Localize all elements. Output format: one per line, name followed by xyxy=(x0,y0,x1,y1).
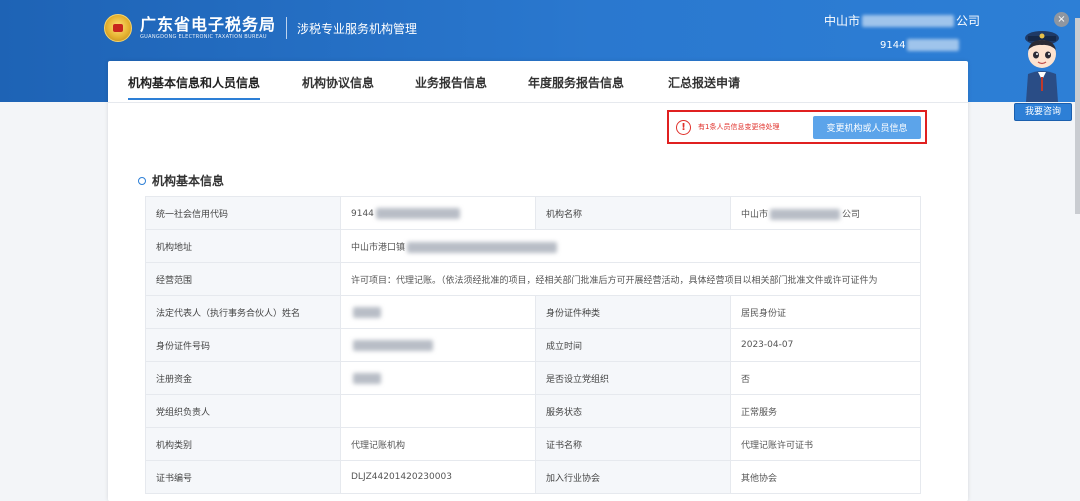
main-card: 机构基本信息和人员信息 机构协议信息 业务报告信息 年度服务报告信息 汇总报送申… xyxy=(108,61,968,501)
change-info-button[interactable]: 变更机构或人员信息 xyxy=(813,116,921,139)
table-label: 是否设立党组织 xyxy=(535,361,731,395)
company-suffix: 公司 xyxy=(956,14,981,28)
table-label: 党组织负责人 xyxy=(145,394,341,428)
company-name: 中山市 公司 xyxy=(824,12,980,29)
table-label: 机构类别 xyxy=(145,427,341,461)
table-row: 证书编号 DLJZ44201420230003 加入行业协会 其他协会 xyxy=(145,460,921,494)
tax-id: 9144 xyxy=(880,39,961,51)
redacted-mask xyxy=(407,241,558,253)
system-name: 涉税专业服务机构管理 xyxy=(297,21,418,36)
business-scope: 许可项目：代理记账。（依法须经批准的项目，经相关部门批准后方可开展经营活动，具体… xyxy=(340,262,921,296)
table-label: 成立时间 xyxy=(535,328,731,362)
table-value xyxy=(340,361,536,395)
tab-bar: 机构基本信息和人员信息 机构协议信息 业务报告信息 年度服务报告信息 汇总报送申… xyxy=(108,61,968,103)
site-logo[interactable]: 广东省电子税务局 GUANGDONG ELECTRONIC TAXATION B… xyxy=(104,14,417,42)
table-value: 代理记账许可证书 xyxy=(730,427,921,461)
assistant-avatar-icon[interactable] xyxy=(1018,22,1066,102)
org-info-table: 统一社会信用代码 9144 机构名称 中山市 公司 机构地址 中山市港口镇 经营范… xyxy=(145,196,921,494)
org-name-suffix: 公司 xyxy=(842,209,861,220)
table-row: 经营范围 许可项目：代理记账。（依法须经批准的项目，经相关部门批准后方可开展经营… xyxy=(145,262,921,296)
table-value xyxy=(340,328,536,362)
table-value: DLJZ44201420230003 xyxy=(340,460,536,494)
warning-icon: ! xyxy=(676,119,691,135)
tab-annual-report[interactable]: 年度服务报告信息 xyxy=(528,74,624,91)
table-row: 党组织负责人 服务状态 正常服务 xyxy=(145,394,921,428)
consult-button[interactable]: 我要咨询 xyxy=(1014,103,1072,121)
redacted-mask xyxy=(907,39,960,51)
logo-divider xyxy=(286,17,288,39)
table-value: 其他协会 xyxy=(730,460,921,494)
table-label: 加入行业协会 xyxy=(535,460,731,494)
table-row: 机构地址 中山市港口镇 xyxy=(145,229,921,263)
table-value: 9144 xyxy=(340,196,536,230)
tab-summary-submit[interactable]: 汇总报送申请 xyxy=(668,74,740,91)
pending-change-alert: ! 有1条人员信息变更待处理 变更机构或人员信息 xyxy=(667,110,927,144)
table-label: 身份证件种类 xyxy=(535,295,731,329)
table-label: 证书编号 xyxy=(145,460,341,494)
table-label: 证书名称 xyxy=(535,427,731,461)
table-label: 经营范围 xyxy=(145,262,341,296)
table-row: 注册资金 是否设立党组织 否 xyxy=(145,361,921,395)
table-row: 统一社会信用代码 9144 机构名称 中山市 公司 xyxy=(145,196,921,230)
table-value: 中山市 公司 xyxy=(730,196,921,230)
table-label: 机构名称 xyxy=(535,196,731,230)
redacted-mask xyxy=(353,372,381,384)
logo-text: 广东省电子税务局 GUANGDONG ELECTRONIC TAXATION B… xyxy=(140,15,276,41)
table-row: 法定代表人（执行事务合伙人）姓名 身份证件种类 居民身份证 xyxy=(145,295,921,329)
redacted-mask xyxy=(770,208,841,220)
table-value: 正常服务 xyxy=(730,394,921,428)
redacted-mask xyxy=(353,339,433,351)
table-row: 身份证件号码 成立时间 2023-04-07 xyxy=(145,328,921,362)
scrollbar[interactable] xyxy=(1075,18,1080,214)
logo-title: 广东省电子税务局 xyxy=(140,15,277,34)
section-heading: 机构基本信息 xyxy=(138,172,224,189)
table-label: 服务状态 xyxy=(535,394,731,428)
tab-basic-info[interactable]: 机构基本信息和人员信息 xyxy=(128,74,261,100)
company-prefix: 中山市 xyxy=(824,14,861,28)
tab-agreement-info[interactable]: 机构协议信息 xyxy=(302,74,374,91)
table-label: 统一社会信用代码 xyxy=(145,196,341,230)
table-value xyxy=(340,295,536,329)
table-row: 机构类别 代理记账机构 证书名称 代理记账许可证书 xyxy=(145,427,921,461)
redacted-mask xyxy=(375,207,460,219)
table-value: 中山市港口镇 xyxy=(340,229,921,263)
table-value: 居民身份证 xyxy=(730,295,921,329)
redacted-mask xyxy=(862,14,955,27)
tax-emblem-icon xyxy=(104,14,132,42)
table-label: 注册资金 xyxy=(145,361,341,395)
logo-subtitle-en: GUANGDONG ELECTRONIC TAXATION BUREAU xyxy=(140,34,267,40)
table-value: 否 xyxy=(730,361,921,395)
redacted-mask xyxy=(353,306,381,318)
address-prefix: 中山市港口镇 xyxy=(351,242,406,253)
table-label: 身份证件号码 xyxy=(145,328,341,362)
tax-id-prefix: 9144 xyxy=(880,39,906,51)
credit-code-prefix: 9144 xyxy=(351,208,374,219)
tab-business-report[interactable]: 业务报告信息 xyxy=(415,74,487,91)
table-label: 法定代表人（执行事务合伙人）姓名 xyxy=(145,295,341,329)
circle-bullet-icon xyxy=(138,176,146,185)
alert-message: 有1条人员信息变更待处理 xyxy=(698,123,780,131)
table-value: 代理记账机构 xyxy=(340,427,536,461)
org-name-prefix: 中山市 xyxy=(741,209,769,220)
section-title: 机构基本信息 xyxy=(152,174,225,188)
table-label: 机构地址 xyxy=(145,229,341,263)
table-value: 2023-04-07 xyxy=(730,328,921,362)
table-value xyxy=(340,394,536,428)
